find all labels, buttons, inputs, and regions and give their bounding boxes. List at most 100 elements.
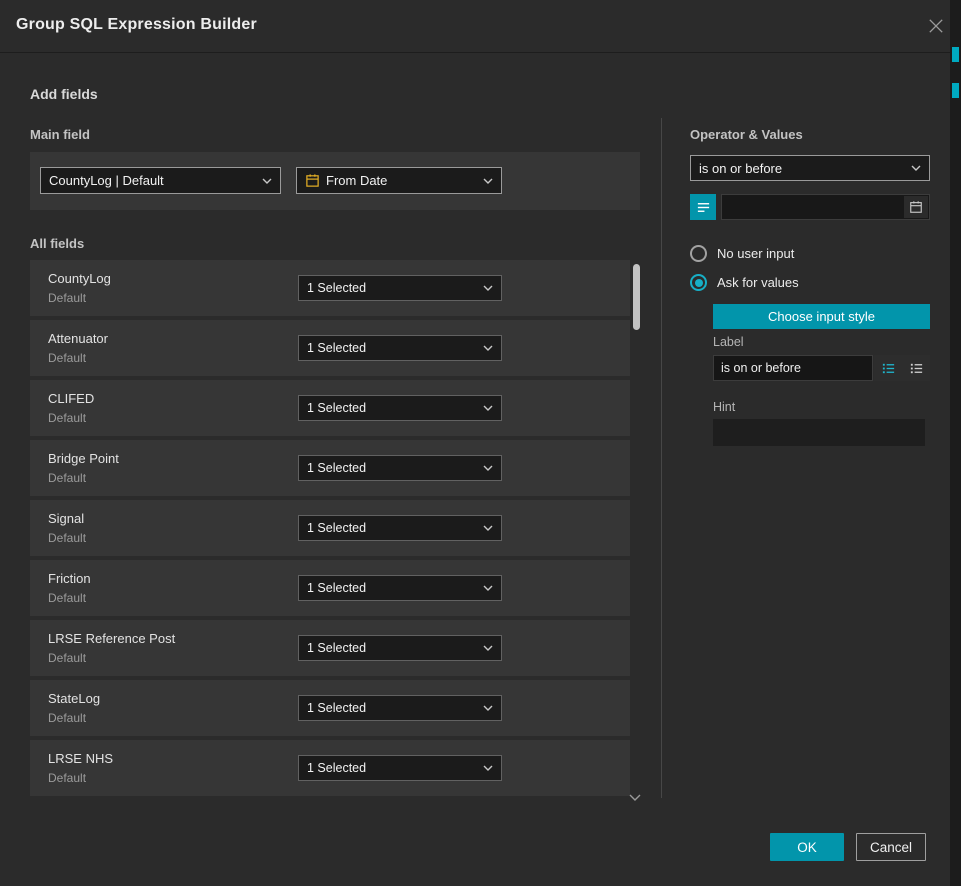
list-scrollbar[interactable] [633,262,640,778]
field-name: LRSE NHS [48,751,113,766]
label-caption: Label [713,335,744,349]
all-fields-list: CountyLog Default 1 Selected Attenuator … [30,260,630,800]
group-sql-expression-builder-dialog: Group SQL Expression Builder Add fields … [0,0,961,886]
field-row: CLIFED Default 1 Selected [30,380,630,436]
field-subtitle: Default [48,531,86,545]
field-subtitle: Default [48,411,86,425]
field-count-select[interactable]: 1 Selected [298,575,502,601]
chevron-down-icon [483,285,493,291]
radio-ask-for-values-label: Ask for values [717,275,799,290]
field-count-select-value: 1 Selected [307,581,366,595]
radio-selected-icon [690,274,707,291]
layer-select-value: CountyLog | Default [49,173,164,188]
chevron-down-icon [483,705,493,711]
field-name: Friction [48,571,91,586]
main-field-panel: CountyLog | Default From Date [30,152,640,210]
field-subtitle: Default [48,471,86,485]
radio-no-user-input[interactable]: No user input [690,245,794,262]
field-subtitle: Default [48,771,86,785]
dialog-header: Group SQL Expression Builder [0,0,961,53]
ok-button[interactable]: OK [770,833,844,861]
field-count-select[interactable]: 1 Selected [298,335,502,361]
field-row: Friction Default 1 Selected [30,560,630,616]
label-input[interactable] [713,355,873,381]
chevron-down-icon [483,405,493,411]
input-style-list-button[interactable] [874,355,902,381]
chevron-down-icon [483,178,493,184]
field-count-select[interactable]: 1 Selected [298,635,502,661]
field-count-select-value: 1 Selected [307,701,366,715]
hint-caption: Hint [713,400,735,414]
scrollbar-highlight-tick [952,83,959,98]
dialog-title: Group SQL Expression Builder [16,16,257,34]
field-row: LRSE Reference Post Default 1 Selected [30,620,630,676]
radio-ask-for-values[interactable]: Ask for values [690,274,799,291]
operator-values-heading: Operator & Values [690,127,803,142]
chevron-down-icon [483,645,493,651]
hint-input[interactable] [713,419,925,446]
field-count-select[interactable]: 1 Selected [298,695,502,721]
field-count-select-value: 1 Selected [307,521,366,535]
choose-input-style-button[interactable]: Choose input style [713,304,930,329]
bulleted-list-icon [881,361,896,376]
radio-no-user-input-label: No user input [717,246,794,261]
chevron-down-icon [911,165,921,171]
field-count-select[interactable]: 1 Selected [298,515,502,541]
field-count-select[interactable]: 1 Selected [298,455,502,481]
field-subtitle: Default [48,711,86,725]
field-subtitle: Default [48,651,86,665]
calendar-icon [305,173,320,188]
close-icon[interactable] [927,17,945,35]
field-name: LRSE Reference Post [48,631,175,646]
scrollbar-highlight-tick [952,47,959,62]
field-name: StateLog [48,691,100,706]
date-picker-button[interactable] [904,196,928,218]
field-count-select[interactable]: 1 Selected [298,395,502,421]
field-count-select-value: 1 Selected [307,761,366,775]
field-count-select-value: 1 Selected [307,461,366,475]
input-style-multilist-button[interactable] [902,355,930,381]
field-row: CountyLog Default 1 Selected [30,260,630,316]
field-row: StateLog Default 1 Selected [30,680,630,736]
field-row: Bridge Point Default 1 Selected [30,440,630,496]
calendar-icon [909,200,923,214]
field-count-select[interactable]: 1 Selected [298,275,502,301]
field-count-select-value: 1 Selected [307,341,366,355]
main-field-heading: Main field [30,127,90,142]
chevron-down-icon [483,525,493,531]
field-count-select-value: 1 Selected [307,401,366,415]
field-name: CountyLog [48,271,111,286]
field-subtitle: Default [48,591,86,605]
operator-select-value: is on or before [699,161,782,176]
chevron-down-icon [483,585,493,591]
chevron-down-icon [262,178,272,184]
field-row: Attenuator Default 1 Selected [30,320,630,376]
field-subtitle: Default [48,291,86,305]
radio-unselected-icon [690,245,707,262]
value-list-icon [696,200,711,215]
field-row: LRSE NHS Default 1 Selected [30,740,630,796]
scroll-down-icon[interactable] [629,788,641,806]
field-subtitle: Default [48,351,86,365]
page-scrollbar[interactable] [950,0,961,886]
field-name: Bridge Point [48,451,119,466]
field-count-select-value: 1 Selected [307,281,366,295]
date-field-select[interactable]: From Date [296,167,502,194]
field-name: CLIFED [48,391,94,406]
field-count-select-value: 1 Selected [307,641,366,655]
chevron-down-icon [483,765,493,771]
panel-divider [661,118,662,798]
all-fields-heading: All fields [30,236,84,251]
date-value-field [721,194,930,220]
layer-select[interactable]: CountyLog | Default [40,167,281,194]
cancel-button[interactable]: Cancel [856,833,926,861]
date-value-input[interactable] [722,195,912,219]
field-count-select[interactable]: 1 Selected [298,755,502,781]
field-name: Signal [48,511,84,526]
operator-select[interactable]: is on or before [690,155,930,181]
list-scrollbar-thumb[interactable] [633,264,640,330]
unique-values-button[interactable] [690,194,716,220]
date-field-select-value: From Date [326,173,477,188]
dialog-footer: OK Cancel [770,833,926,861]
numbered-list-icon [909,361,924,376]
